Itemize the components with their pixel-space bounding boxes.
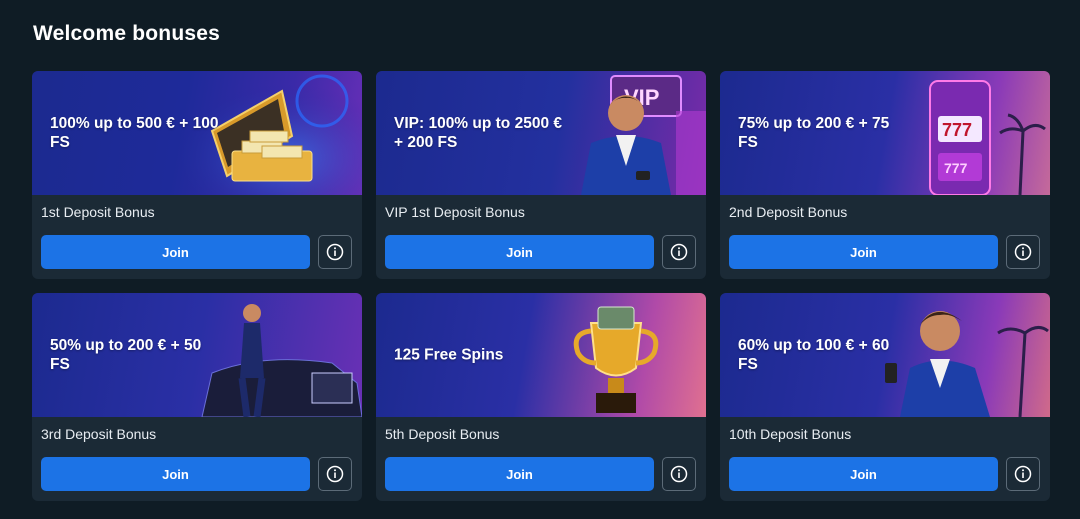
info-icon — [670, 243, 688, 261]
join-button[interactable]: Join — [385, 457, 654, 491]
bonus-name: 1st Deposit Bonus — [41, 204, 155, 220]
info-icon — [1014, 465, 1032, 483]
join-button[interactable]: Join — [41, 235, 310, 269]
bonus-banner: 100% up to 500 € + 100 FS — [32, 71, 362, 195]
info-icon — [1014, 243, 1032, 261]
bonus-card: 100% up to 500 € + 100 FS 1st Deposit Bo… — [32, 71, 362, 279]
svg-text:777: 777 — [944, 160, 968, 176]
page-title: Welcome bonuses — [33, 22, 220, 45]
info-icon — [326, 465, 344, 483]
bonus-banner: VIP: 100% up to 2500 € + 200 FS VIP — [376, 71, 706, 195]
info-button[interactable] — [318, 457, 352, 491]
svg-text:777: 777 — [942, 120, 972, 140]
bonus-card: 60% up to 100 € + 60 FS 10th Deposit Bon… — [720, 293, 1050, 501]
bonus-headline: VIP: 100% up to 2500 € + 200 FS — [394, 115, 562, 151]
bonus-name: VIP 1st Deposit Bonus — [385, 204, 525, 220]
join-button[interactable]: Join — [729, 235, 998, 269]
info-icon — [670, 465, 688, 483]
info-button[interactable] — [318, 235, 352, 269]
bonus-name: 5th Deposit Bonus — [385, 426, 500, 442]
bonus-card: 125 Free Spins 5th Deposit Bonus Join — [376, 293, 706, 501]
bonus-banner: 60% up to 100 € + 60 FS — [720, 293, 1050, 417]
bonus-headline: 50% up to 200 € + 50 FS — [50, 337, 202, 373]
bonus-banner: 75% up to 200 € + 75 FS 777 777 — [720, 71, 1050, 195]
info-button[interactable] — [662, 457, 696, 491]
bonus-grid: 100% up to 500 € + 100 FS 1st Deposit Bo… — [32, 71, 1050, 501]
info-button[interactable] — [1006, 235, 1040, 269]
bonus-headline: 75% up to 200 € + 75 FS — [738, 115, 890, 151]
join-button[interactable]: Join — [385, 235, 654, 269]
bonus-name: 2nd Deposit Bonus — [729, 204, 848, 220]
info-button[interactable] — [1006, 457, 1040, 491]
bonus-headline: 100% up to 500 € + 100 FS — [50, 115, 219, 151]
bonus-banner: 125 Free Spins — [376, 293, 706, 417]
bonus-card: 50% up to 200 € + 50 FS 3rd Deposit Bonu… — [32, 293, 362, 501]
bonus-banner: 50% up to 200 € + 50 FS — [32, 293, 362, 417]
join-button[interactable]: Join — [729, 457, 998, 491]
bonus-name: 10th Deposit Bonus — [729, 426, 852, 442]
info-icon — [326, 243, 344, 261]
bonus-name: 3rd Deposit Bonus — [41, 426, 157, 442]
slot-machine-image: 777 777 — [929, 80, 1046, 195]
bonus-card: VIP: 100% up to 2500 € + 200 FS VIP VIP … — [376, 71, 706, 279]
info-button[interactable] — [662, 235, 696, 269]
bonus-card: 75% up to 200 € + 75 FS 777 777 2nd Depo… — [720, 71, 1050, 279]
bonus-headline: 125 Free Spins — [394, 346, 504, 364]
join-button[interactable]: Join — [41, 457, 310, 491]
bonus-headline: 60% up to 100 € + 60 FS — [738, 337, 890, 373]
